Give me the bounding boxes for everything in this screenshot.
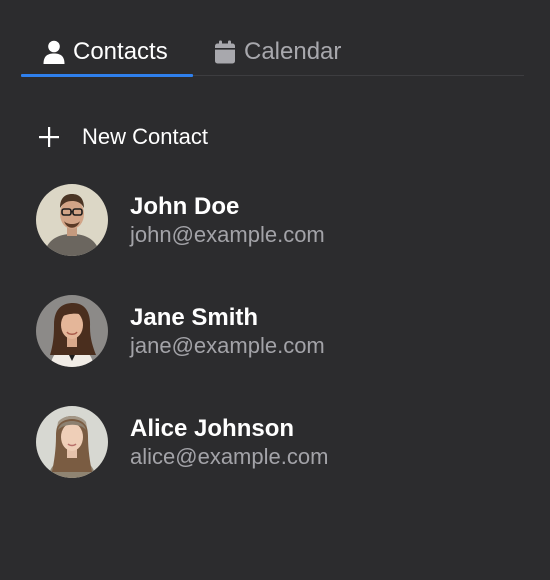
contact-item[interactable]: Jane Smith jane@example.com: [36, 295, 516, 367]
active-tab-indicator: [21, 74, 193, 77]
contacts-app: Contacts Calendar New Contact John Doe j…: [0, 0, 550, 580]
avatar: [36, 295, 108, 367]
tab-contacts[interactable]: Contacts: [21, 28, 193, 77]
avatar: [36, 406, 108, 478]
contact-name: Jane Smith: [130, 303, 259, 331]
contact-info: Alice Johnson alice@example.com: [130, 414, 328, 471]
person-icon: [43, 40, 65, 64]
tab-bar: Contacts Calendar: [21, 28, 524, 77]
new-contact-button[interactable]: New Contact: [37, 121, 208, 153]
contact-email: alice@example.com: [130, 443, 329, 469]
plus-icon: [37, 125, 61, 149]
contact-item[interactable]: Alice Johnson alice@example.com: [36, 406, 516, 478]
contact-email: john@example.com: [130, 221, 325, 247]
new-contact-label: New Contact: [82, 124, 208, 149]
calendar-icon: [214, 40, 236, 64]
contact-name: John Doe: [130, 192, 240, 220]
contact-info: John Doe john@example.com: [130, 192, 325, 249]
tab-calendar[interactable]: Calendar: [214, 28, 341, 76]
tab-calendar-label: Calendar: [244, 38, 342, 65]
contact-email: jane@example.com: [130, 332, 325, 358]
avatar: [36, 184, 108, 256]
contact-info: Jane Smith jane@example.com: [130, 303, 325, 360]
contact-list: John Doe john@example.com Jane Smith jan…: [36, 184, 516, 517]
tab-contacts-label: Contacts: [73, 38, 168, 65]
contact-name: Alice Johnson: [130, 414, 295, 442]
contact-item[interactable]: John Doe john@example.com: [36, 184, 516, 256]
